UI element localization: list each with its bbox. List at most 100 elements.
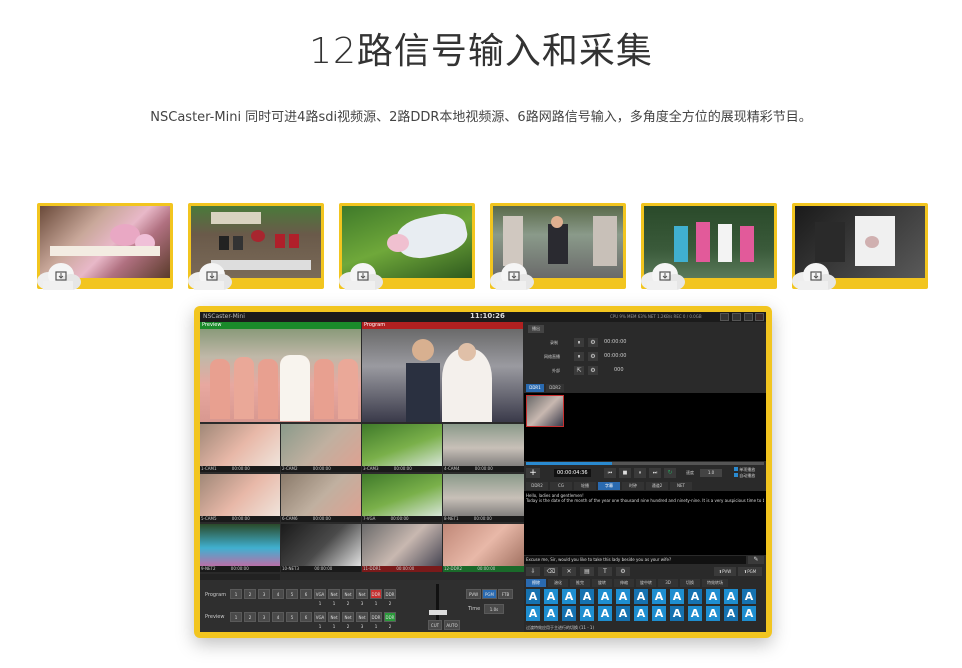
text-icon[interactable]: T — [598, 567, 612, 576]
pause-icon[interactable]: ⏸ — [574, 352, 584, 361]
program-bus-btn-1[interactable]: 1 — [230, 589, 242, 599]
preview-bus-btn-ddr1[interactable]: DDR 1 — [370, 612, 382, 629]
preview-bus-btn-1[interactable]: 1 — [230, 612, 242, 622]
pause-icon[interactable]: ⏸ — [574, 338, 584, 347]
effect-tile[interactable]: A — [742, 589, 756, 604]
effect-tile[interactable]: A — [580, 606, 594, 621]
close-icon[interactable] — [755, 313, 764, 321]
tab-broadcast[interactable]: 播出 — [528, 325, 544, 333]
effect-tab-rotate[interactable]: 旋转 — [592, 579, 612, 587]
effect-tab-special[interactable]: 特效转场 — [702, 579, 728, 587]
subtitle-editor[interactable]: Hello, ladies and gentlemen! Today is th… — [524, 491, 766, 555]
ftb-button[interactable]: FTB — [498, 589, 513, 599]
tab-ddr2-lower[interactable]: DDR2 — [526, 482, 548, 490]
program-bus-btn-net1[interactable]: Net 1 — [328, 589, 340, 606]
cloud-download-icon[interactable] — [35, 259, 81, 291]
source-cell-9[interactable]: 9-NET2 00:00:00 — [200, 524, 280, 572]
cloud-download-icon[interactable] — [639, 259, 685, 291]
tab-net[interactable]: NET — [670, 482, 692, 490]
tab-ddr1[interactable]: DDR1 — [526, 384, 544, 392]
source-cell-5[interactable]: 5-CAM5 00:00:00 — [200, 474, 280, 522]
tab-cg[interactable]: CG — [550, 482, 572, 490]
effect-tab-3d[interactable]: 3D — [658, 579, 678, 587]
program-bus-btn-net2[interactable]: Net 2 — [342, 589, 354, 606]
effect-tile[interactable]: A — [670, 606, 684, 621]
delete-icon[interactable]: ✕ — [562, 567, 576, 576]
source-cell-11[interactable]: 11-DDR1 00:00:00 — [362, 524, 442, 572]
effect-tab-switch[interactable]: 切换 — [680, 579, 700, 587]
tbar-handle[interactable] — [429, 610, 447, 615]
thumbnail-6[interactable] — [792, 203, 928, 290]
auto-play-checkbox[interactable]: 自动播放 — [734, 473, 755, 479]
effect-tile[interactable]: A — [634, 589, 648, 604]
program-bus-btn-vga[interactable]: VGA 1 — [314, 589, 326, 606]
effect-tile[interactable]: A — [526, 606, 540, 621]
source-cell-8[interactable]: 8-NET1 00:00:00 — [443, 474, 524, 522]
effect-tile[interactable]: A — [634, 606, 648, 621]
program-bus-btn-net3[interactable]: Net 3 — [356, 589, 368, 606]
effect-tile[interactable]: A — [706, 589, 720, 604]
effect-tile[interactable]: A — [706, 606, 720, 621]
gear-icon[interactable]: ⚙ — [588, 352, 598, 361]
preview-bus-btn-2[interactable]: 2 — [244, 612, 256, 622]
preview-bus-btn-net3[interactable]: Net 3 — [356, 612, 368, 629]
preview-bus-btn-ddr2[interactable]: DDR 2 — [384, 612, 396, 629]
effect-tile[interactable]: A — [598, 589, 612, 604]
effect-tile[interactable]: A — [652, 589, 666, 604]
tab-subtitle[interactable]: 字幕 — [598, 482, 620, 490]
effect-tile[interactable]: A — [580, 589, 594, 604]
effect-tile[interactable]: A — [544, 606, 558, 621]
source-cell-1[interactable]: 1-CAM1 00:00:00 — [200, 424, 280, 472]
gear-icon[interactable]: ⚙ — [588, 366, 598, 375]
effect-tab-stretch[interactable]: 伸缩 — [614, 579, 634, 587]
time-value[interactable]: 1.0s — [484, 604, 504, 614]
source-cell-12[interactable]: 12-DDR2 00:00:00 — [443, 524, 524, 572]
program-bus-btn-ddr1[interactable]: DDR 1 — [370, 589, 382, 606]
preview-monitor[interactable] — [200, 329, 361, 422]
effect-tile[interactable]: A — [670, 589, 684, 604]
thumbnail-4[interactable] — [490, 203, 626, 290]
effect-tab-push[interactable]: 推完 — [570, 579, 590, 587]
source-cell-10[interactable]: 10-NET3 00:00:00 — [281, 524, 361, 572]
effect-tile[interactable]: A — [742, 606, 756, 621]
pause-icon[interactable]: ⏸ — [634, 468, 646, 478]
preview-bus-btn-6[interactable]: 6 — [300, 612, 312, 622]
thumbnail-3[interactable] — [339, 203, 475, 290]
auto-button[interactable]: AUTO — [444, 620, 460, 630]
eraser-icon[interactable]: ⌫ — [544, 567, 558, 576]
program-bus-btn-4[interactable]: 4 — [272, 589, 284, 599]
effect-tile[interactable]: A — [688, 589, 702, 604]
prev-icon[interactable]: ⏮ — [604, 468, 616, 478]
program-bus-btn-3[interactable]: 3 — [258, 589, 270, 599]
preview-bus-btn-vga[interactable]: VGA 1 — [314, 612, 326, 629]
import-icon[interactable]: ⇩ — [526, 567, 540, 576]
next-icon[interactable]: ⏭ — [649, 468, 661, 478]
preview-bus-btn-net2[interactable]: Net 2 — [342, 612, 354, 629]
brush-icon[interactable]: ✎ — [748, 556, 764, 564]
tab-channel2[interactable]: 通道2 — [646, 482, 668, 490]
preview-bus-btn-3[interactable]: 3 — [258, 612, 270, 622]
program-bus-btn-2[interactable]: 2 — [244, 589, 256, 599]
source-cell-6[interactable]: 6-CAM6 00:00:00 — [281, 474, 361, 522]
pgm-button[interactable]: PGM — [482, 589, 497, 599]
program-bus-btn-ddr2[interactable]: DDR 2 — [384, 589, 396, 606]
effect-tile[interactable]: A — [562, 589, 576, 604]
subtitle-pgm-button[interactable]: ⬆PGM — [738, 567, 762, 576]
effect-tile[interactable]: A — [616, 589, 630, 604]
source-cell-3[interactable]: 3-CAM3 00:00:00 — [362, 424, 442, 472]
external-icon[interactable]: ⇱ — [574, 366, 584, 375]
preview-bus-btn-4[interactable]: 4 — [272, 612, 284, 622]
add-icon[interactable]: + — [526, 468, 540, 478]
effect-tab-wipe[interactable]: 擦除 — [526, 579, 546, 587]
source-cell-7[interactable]: 7-VGA 00:00:00 — [362, 474, 442, 522]
gear-icon[interactable]: ⚙ — [588, 338, 598, 347]
source-cell-2[interactable]: 2-CAM2 00:00:00 — [281, 424, 361, 472]
tab-clock[interactable]: 时钟 — [622, 482, 644, 490]
subtitle-input[interactable]: Excuse me, Sir, would you like to take t… — [524, 556, 746, 564]
effect-tab-spin[interactable]: 旋中转 — [636, 579, 656, 587]
subtitle-pvw-button[interactable]: ⬆PVW — [714, 567, 736, 576]
trash-icon[interactable]: ▤ — [580, 567, 594, 576]
effect-tile[interactable]: A — [652, 606, 666, 621]
effect-tile[interactable]: A — [598, 606, 612, 621]
pvw-button[interactable]: PVW — [466, 589, 481, 599]
